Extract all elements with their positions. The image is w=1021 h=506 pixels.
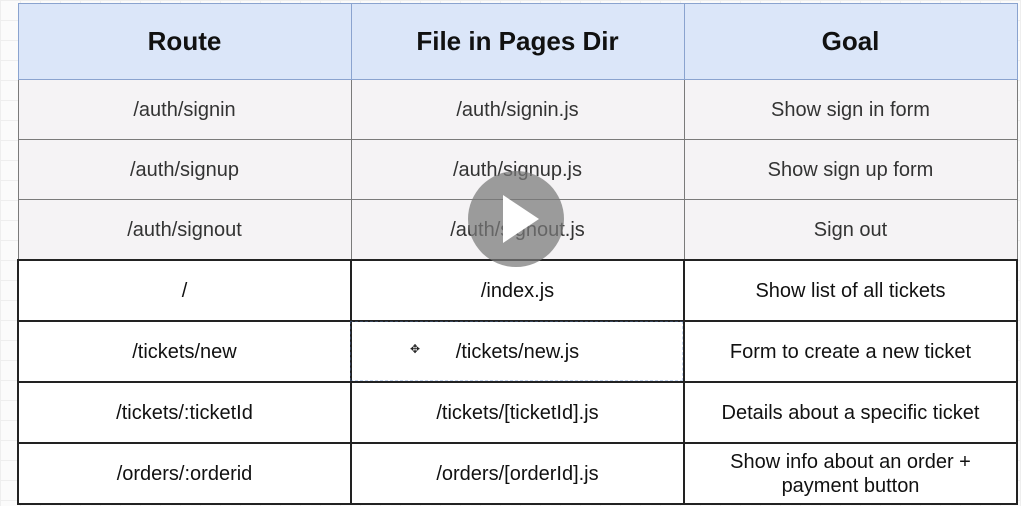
file-cell: /tickets/[ticketId].js (350, 381, 685, 444)
file-cell: /orders/[orderId].js (350, 442, 685, 505)
goal-cell: Show sign in form (683, 79, 1018, 140)
goal-cell: Form to create a new ticket (683, 320, 1018, 383)
video-play-button[interactable] (468, 171, 564, 267)
route-cell: /tickets/:ticketId (17, 381, 352, 444)
goal-cell: Details about a specific ticket (683, 381, 1018, 444)
route-cell: /orders/:orderid (17, 442, 352, 505)
route-cell: /auth/signout (17, 199, 352, 261)
route-cell: / (17, 259, 352, 322)
move-cursor-icon: ✥ (410, 342, 421, 356)
goal-cell: Show sign up form (683, 139, 1018, 200)
table-header-row: Route File in Pages Dir Goal (17, 3, 1018, 80)
route-cell: /auth/signin (17, 79, 352, 140)
play-icon (503, 195, 539, 243)
diagram-canvas: Route File in Pages Dir Goal /auth/signi… (0, 0, 1021, 506)
route-cell: /tickets/new (17, 320, 352, 383)
column-header-goal: Goal (683, 3, 1018, 80)
column-header-route: Route (17, 3, 352, 80)
table-row: / /index.js Show list of all tickets (17, 259, 1018, 322)
column-header-file: File in Pages Dir (350, 3, 685, 80)
file-cell: /index.js (350, 259, 685, 322)
table-row: /tickets/:ticketId /tickets/[ticketId].j… (17, 381, 1018, 444)
table-row: /tickets/new /tickets/new.js Form to cre… (17, 320, 1018, 383)
goal-cell: Show info about an order + payment butto… (683, 442, 1018, 505)
route-cell: /auth/signup (17, 139, 352, 200)
file-cell: /auth/signin.js (350, 79, 685, 140)
file-cell: /tickets/new.js (350, 320, 685, 383)
table-row: /auth/signin /auth/signin.js Show sign i… (17, 79, 1018, 140)
table-row: /orders/:orderid /orders/[orderId].js Sh… (17, 442, 1018, 505)
goal-cell: Sign out (683, 199, 1018, 261)
goal-cell: Show list of all tickets (683, 259, 1018, 322)
